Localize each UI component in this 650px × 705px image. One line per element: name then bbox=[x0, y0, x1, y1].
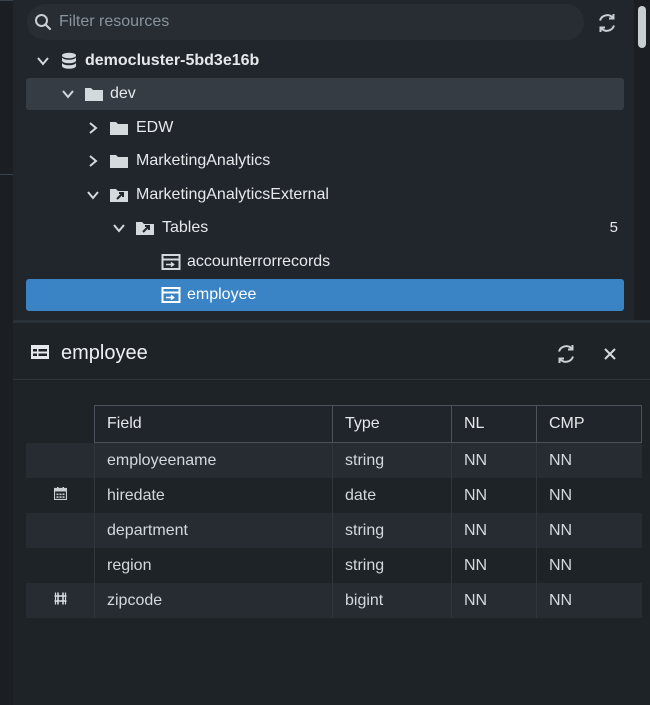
field-name: zipcode bbox=[94, 583, 333, 618]
field-nl: NN bbox=[451, 513, 537, 548]
table-row[interactable]: employeename string NN NN bbox=[26, 442, 642, 478]
tree-item-label: Tables bbox=[162, 219, 209, 236]
table-header-row: Field Type NL CMP bbox=[26, 405, 642, 443]
tree-item-label: MarketingAnalyticsExternal bbox=[136, 186, 329, 203]
external-table-icon bbox=[161, 254, 181, 270]
table-icon bbox=[31, 345, 49, 359]
field-type: string bbox=[332, 442, 452, 478]
table-row[interactable]: hiredate date NN NN bbox=[26, 478, 642, 513]
tree-item-label: EDW bbox=[136, 119, 174, 136]
close-icon[interactable] bbox=[601, 345, 619, 363]
search-icon bbox=[35, 14, 52, 31]
table-row[interactable]: region string NN NN bbox=[26, 548, 642, 583]
chevron-down-icon[interactable] bbox=[112, 221, 126, 235]
column-header-type[interactable]: Type bbox=[332, 405, 452, 443]
chevron-down-icon[interactable] bbox=[36, 54, 50, 68]
tree-item-tables[interactable]: Tables 5 bbox=[26, 212, 624, 244]
search-input[interactable] bbox=[59, 12, 559, 32]
tree-item-schema-marketinganalyticsexternal[interactable]: MarketingAnalyticsExternal bbox=[26, 179, 624, 211]
field-type: date bbox=[332, 478, 452, 513]
column-header-nl[interactable]: NL bbox=[451, 405, 537, 443]
external-table-icon bbox=[161, 287, 181, 303]
tree-item-table-accounterrorrecords[interactable]: accounterrorrecords bbox=[26, 246, 624, 278]
field-cmp: NN bbox=[536, 583, 642, 618]
field-cmp: NN bbox=[536, 548, 642, 583]
tree-item-label: democluster-5bd3e16b bbox=[85, 52, 260, 69]
field-type: string bbox=[332, 548, 452, 583]
table-row[interactable]: department string NN NN bbox=[26, 513, 642, 548]
refresh-details-icon[interactable] bbox=[555, 343, 577, 365]
table-details-panel: employee Field Type NL CMP employeename … bbox=[13, 323, 650, 705]
field-type: bigint bbox=[332, 583, 452, 618]
column-header-field[interactable]: Field bbox=[94, 405, 333, 443]
number-grid-icon bbox=[54, 592, 66, 604]
field-cmp: NN bbox=[536, 442, 642, 478]
chevron-right-icon[interactable] bbox=[86, 121, 100, 135]
field-nl: NN bbox=[451, 442, 537, 478]
external-folder-icon bbox=[136, 222, 154, 235]
tree-item-schema-marketinganalytics[interactable]: MarketingAnalytics bbox=[26, 145, 624, 177]
tree-item-cluster[interactable]: democluster-5bd3e16b bbox=[26, 45, 624, 77]
details-title: employee bbox=[61, 342, 148, 364]
database-icon bbox=[62, 52, 76, 69]
tree-item-db-dev[interactable]: dev bbox=[26, 78, 624, 110]
field-nl: NN bbox=[451, 583, 537, 618]
field-name: hiredate bbox=[94, 478, 333, 513]
folder-icon bbox=[85, 88, 103, 101]
field-nl: NN bbox=[451, 548, 537, 583]
scrollbar-thumb[interactable] bbox=[638, 6, 646, 48]
tree-item-label: accounterrorrecords bbox=[187, 253, 331, 270]
calendar-icon bbox=[53, 486, 67, 500]
field-type: string bbox=[332, 513, 452, 548]
field-cmp: NN bbox=[536, 513, 642, 548]
chevron-down-icon[interactable] bbox=[61, 87, 75, 101]
column-header-cmp[interactable]: CMP bbox=[536, 405, 642, 443]
chevron-down-icon[interactable] bbox=[86, 188, 100, 202]
tree-item-label: employee bbox=[187, 286, 257, 303]
field-nl: NN bbox=[451, 478, 537, 513]
field-cmp: NN bbox=[536, 478, 642, 513]
table-row[interactable]: zipcode bigint NN NN bbox=[26, 583, 642, 618]
tree-item-label: MarketingAnalytics bbox=[136, 152, 271, 169]
tree-item-table-employee[interactable]: employee bbox=[26, 279, 624, 311]
refresh-tree-icon[interactable] bbox=[596, 12, 618, 34]
external-folder-icon bbox=[110, 189, 128, 202]
columns-table: Field Type NL CMP employeename string NN… bbox=[26, 405, 642, 618]
tree-item-schema-edw[interactable]: EDW bbox=[26, 112, 624, 144]
filter-resources-search[interactable] bbox=[27, 4, 584, 40]
chevron-right-icon[interactable] bbox=[86, 154, 100, 168]
folder-icon bbox=[110, 155, 128, 168]
tables-count-badge: 5 bbox=[609, 219, 618, 236]
tree-scrollbar[interactable] bbox=[634, 0, 650, 320]
details-header: employee bbox=[13, 323, 650, 380]
field-name: department bbox=[94, 513, 333, 548]
folder-icon bbox=[110, 122, 128, 135]
field-name: region bbox=[94, 548, 333, 583]
field-name: employeename bbox=[94, 442, 333, 478]
tree-item-label: dev bbox=[110, 85, 136, 102]
